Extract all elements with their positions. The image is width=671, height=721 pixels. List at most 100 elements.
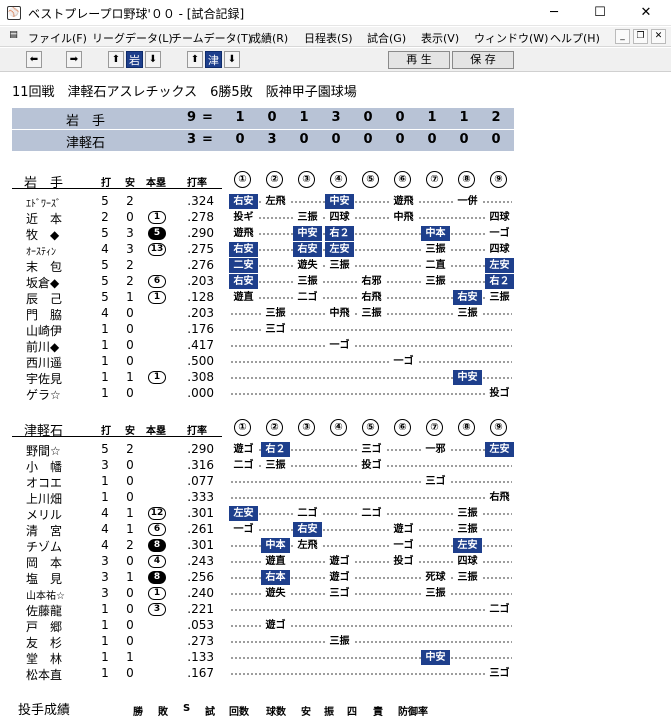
player-row[interactable]: オコエ 1 0 .077 三ゴ [0,474,671,490]
next-game-arrow-icon[interactable]: ➡ [66,51,82,68]
at-bat-hit: 右安 [229,194,258,209]
player-row[interactable]: 野間☆ 5 2 .290 遊ゴ 右２ 三ゴ 一邪 左安 [0,442,671,458]
player-hits: 0 [126,554,134,568]
at-bat-result: 遊ゴ [229,442,258,457]
at-bat-result: 三ゴ [421,474,450,489]
player-row[interactable]: 牧 ◆ 5 3 5 .290 遊飛 中安 右２ 中本 一ゴ [0,226,671,242]
menu-team-data[interactable]: チームデータ(T) [171,30,252,46]
scoreboard-inning: 0 [363,110,373,125]
player-row[interactable]: チゾム 4 2 8 .301 中本 左飛 一ゴ 左安 [0,538,671,554]
player-row[interactable]: 西川遥 1 0 .500 一ゴ [0,354,671,370]
player-row[interactable]: ｵｰｽﾃｨﾝ 4 3 13.275 右安 右安 左安 三振 四球 [0,242,671,258]
team-b-down-arrow-icon[interactable]: ⬇ [224,51,240,68]
mdi-restore-icon[interactable]: ❐ [633,29,648,44]
player-average: .417 [187,338,214,352]
player-row[interactable]: 戸 郷 1 0 .053 遊ゴ [0,618,671,634]
team-b-button[interactable]: 津 [205,51,222,68]
player-row[interactable]: 佐藤龍 1 0 3 .221 二ゴ [0,602,671,618]
player-row[interactable]: 宇佐見 1 1 1 .308 中安 [0,370,671,386]
inning-label: ① [234,171,251,188]
menu-view[interactable]: 表示(V) [421,30,459,46]
player-row[interactable]: 山崎伊 1 0 .176 三ゴ [0,322,671,338]
player-average: .276 [187,258,214,272]
player-row[interactable]: 友 杉 1 0 .273 三振 [0,634,671,650]
player-at-bats: 1 [101,602,109,616]
player-row[interactable]: 近 本 2 0 1.278 投ギ 三振 四球 中飛 四球 [0,210,671,226]
at-bat-hit: 中本 [421,226,450,241]
player-row[interactable]: 松本直 1 0 .167 三ゴ [0,666,671,682]
menu-window[interactable]: ウィンドウ(W) [474,30,548,46]
at-bat-hit: 中安 [325,194,354,209]
team-a-down-arrow-icon[interactable]: ⬇ [145,51,161,68]
menu-schedule[interactable]: 日程表(S) [304,30,353,46]
player-at-bats: 1 [101,338,109,352]
player-hits: 2 [126,442,134,456]
scoreboard-inning: 0 [267,110,277,125]
save-button[interactable]: 保 存 [452,51,514,69]
player-row[interactable]: ゲラ☆ 1 0 .000 投ゴ [0,386,671,402]
minimize-button[interactable]: ─ [531,0,577,26]
inning-label: ④ [330,419,347,436]
team-b-up-arrow-icon[interactable]: ⬆ [187,51,203,68]
player-name: 岡 本 [26,556,63,570]
menu-file[interactable]: ファイル(F) [28,30,87,46]
player-row[interactable]: 末 包 5 2 .276 二安 遊失 三振 二直 左安 [0,258,671,274]
player-hits: 1 [126,522,134,536]
player-row[interactable]: 小 幡 3 0 .316 二ゴ 三振 投ゴ [0,458,671,474]
close-button[interactable]: ✕ [623,0,669,26]
menu-stats[interactable]: 成績(R) [250,30,288,46]
menu-help[interactable]: ヘルプ(H) [550,30,600,46]
player-home-runs: 8 [148,539,166,552]
player-hits: 1 [126,506,134,520]
player-row[interactable]: 辰 己 5 1 1 .128 遊直 二ゴ 右飛 右安 三振 [0,290,671,306]
maximize-button[interactable]: ☐ [577,0,623,26]
player-name: 門 脇 [26,308,63,322]
scoreboard-equals: = [202,110,213,125]
inning-label: ③ [298,171,315,188]
at-bat-result: 一ゴ [485,226,514,241]
player-at-bats: 5 [101,194,109,208]
player-at-bats: 1 [101,386,109,400]
player-name: ゲラ☆ [26,388,61,402]
player-hits: 0 [126,586,134,600]
player-hits: 1 [126,570,134,584]
player-row[interactable]: 山本祐☆ 3 0 1 .240 遊失 三ゴ 三振 [0,586,671,602]
player-average: .316 [187,458,214,472]
inning-label: ⑦ [426,171,443,188]
player-hits: 0 [126,354,134,368]
player-name: ｴﾄﾞﾜｰｽﾞ [26,199,61,210]
prev-game-arrow-icon[interactable]: ⬅ [26,51,42,68]
player-row[interactable]: 前川◆ 1 0 .417 一ゴ [0,338,671,354]
replay-button[interactable]: 再 生 [388,51,450,69]
player-row[interactable]: ｴﾄﾞﾜｰｽﾞ 5 2 .324 右安 左飛 中安 遊飛 一併 [0,194,671,210]
at-bat-result: 一ゴ [325,338,354,353]
player-name: 松本直 [26,668,63,682]
player-row[interactable]: メリル 4 1 12 .301 左安 二ゴ 二ゴ 三振 [0,506,671,522]
player-row[interactable]: 岡 本 3 0 4 .243 遊直 遊ゴ 投ゴ 四球 [0,554,671,570]
pitching-column-header: 四 [347,707,357,718]
menu-game[interactable]: 試合(G) [367,30,406,46]
menu-league-data[interactable]: リーグデータ(L) [92,30,173,46]
mdi-minimize-icon[interactable]: _ [615,29,630,44]
mdi-close-icon[interactable]: ✕ [651,29,666,44]
player-average: .243 [187,554,214,568]
player-row[interactable]: 坂倉◆ 5 2 6 .203 右安 三振 右邪 三振 右２ [0,274,671,290]
player-average: .308 [187,370,214,384]
player-at-bats: 1 [101,354,109,368]
at-bat-result: 二直 [421,258,450,273]
header-rule [12,188,222,189]
team-a-up-arrow-icon[interactable]: ⬆ [108,51,124,68]
title-bar: ⚾ ベストプレープロ野球'００ - [試合記録] ─ ☐ ✕ [0,0,671,26]
player-row[interactable]: 門 脇 4 0.203 三振 中飛 三振 三振 [0,306,671,322]
team-a-button[interactable]: 岩 [126,51,143,68]
pitching-column-header: S [183,703,191,714]
player-row[interactable]: 上川畑 1 0 .333 右飛 [0,490,671,506]
player-average: .053 [187,618,214,632]
player-at-bats: 5 [101,226,109,240]
at-bat-hit: 二安 [229,258,258,273]
pitching-column-header: 敗 [158,707,168,718]
player-row[interactable]: 清 宮 4 1 6 .261 一ゴ 右安 遊ゴ 三振 [0,522,671,538]
player-row[interactable]: 塩 見 3 1 8 .256 右本 遊ゴ 死球 三振 [0,570,671,586]
player-row[interactable]: 堂 林 1 1 .133 中安 [0,650,671,666]
player-average: .261 [187,522,214,536]
